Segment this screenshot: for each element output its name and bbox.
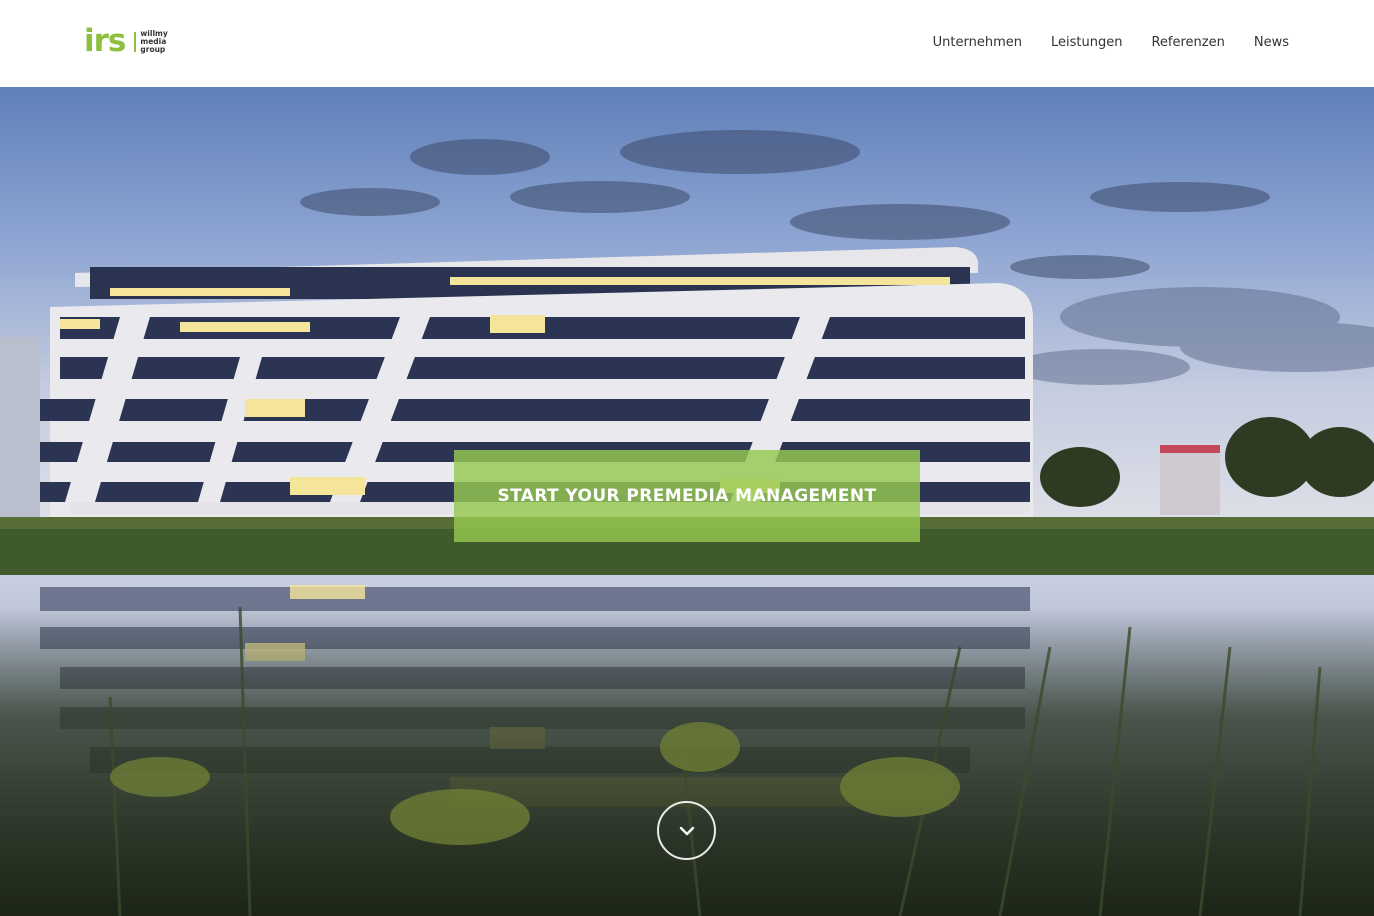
scroll-down-button[interactable] [657, 801, 716, 860]
hero-section: START YOUR PREMEDIA MANAGEMENT [0, 87, 1374, 916]
chevron-down-icon [679, 826, 694, 835]
logo-divider [134, 31, 137, 52]
logo-group-line: group [140, 44, 166, 54]
logo-group-text: willmy media group [140, 29, 167, 54]
nav-item-news[interactable]: News [1254, 35, 1289, 50]
nav-item-referenzen[interactable]: Referenzen [1151, 35, 1224, 50]
logo-mark: irs [84, 23, 126, 59]
nav-item-unternehmen[interactable]: Unternehmen [933, 35, 1022, 50]
cta-button[interactable]: START YOUR PREMEDIA MANAGEMENT [454, 450, 920, 542]
cta-label: START YOUR PREMEDIA MANAGEMENT [497, 486, 877, 506]
logo[interactable]: irs willmy media group [84, 26, 168, 57]
site-header: irs willmy media group Unternehmen Leist… [0, 0, 1374, 87]
main-nav: Unternehmen Leistungen Referenzen News [933, 35, 1289, 50]
nav-item-leistungen[interactable]: Leistungen [1051, 35, 1122, 50]
